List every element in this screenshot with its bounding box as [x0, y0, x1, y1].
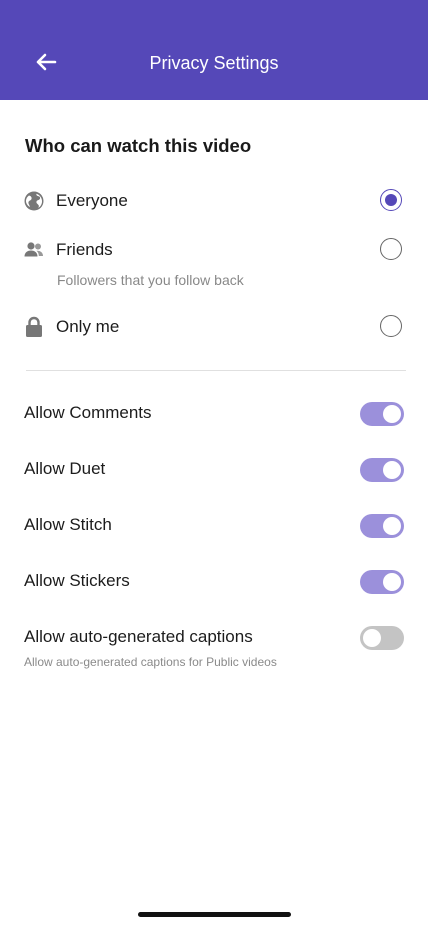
- toggle-label: Allow Stickers: [24, 571, 130, 590]
- toggle-row-captions: Allow auto-generated captions: [0, 622, 428, 654]
- radio-everyone[interactable]: [380, 189, 402, 211]
- option-label: Everyone: [56, 191, 128, 210]
- people-icon: [24, 240, 44, 260]
- home-indicator: [138, 912, 291, 917]
- section-title: Who can watch this video: [25, 135, 252, 156]
- toggle-knob: [383, 405, 401, 423]
- toggle-row-stitch: Allow Stitch: [0, 510, 428, 542]
- option-label: Friends: [56, 240, 113, 259]
- radio-friends[interactable]: [380, 238, 402, 260]
- app-bar: Privacy Settings: [0, 0, 428, 100]
- option-everyone[interactable]: Everyone: [0, 181, 428, 221]
- divider: [26, 370, 406, 371]
- toggle-row-stickers: Allow Stickers: [0, 566, 428, 598]
- toggle-label: Allow Stitch: [24, 515, 112, 534]
- toggle-description: Allow auto-generated captions for Public…: [24, 655, 277, 669]
- toggle-knob: [383, 573, 401, 591]
- page-title: Privacy Settings: [149, 53, 279, 73]
- stitch-toggle[interactable]: [360, 514, 404, 538]
- option-only-me[interactable]: Only me: [0, 307, 428, 347]
- duet-toggle[interactable]: [360, 458, 404, 482]
- toggle-knob: [363, 629, 381, 647]
- toggle-label: Allow Duet: [24, 459, 106, 478]
- toggle-knob: [383, 461, 401, 479]
- toggle-label: Allow Comments: [24, 403, 152, 422]
- option-label: Only me: [56, 317, 120, 336]
- toggle-knob: [383, 517, 401, 535]
- toggle-label: Allow auto-generated captions: [24, 627, 253, 646]
- radio-only-me[interactable]: [380, 315, 402, 337]
- globe-icon: [24, 191, 44, 211]
- toggle-row-duet: Allow Duet: [0, 454, 428, 486]
- captions-toggle[interactable]: [360, 626, 404, 650]
- comments-toggle[interactable]: [360, 402, 404, 426]
- option-description: Followers that you follow back: [57, 272, 244, 288]
- stickers-toggle[interactable]: [360, 570, 404, 594]
- option-friends[interactable]: Friends: [0, 230, 428, 270]
- lock-icon: [24, 316, 44, 337]
- toggle-row-comments: Allow Comments: [0, 398, 428, 430]
